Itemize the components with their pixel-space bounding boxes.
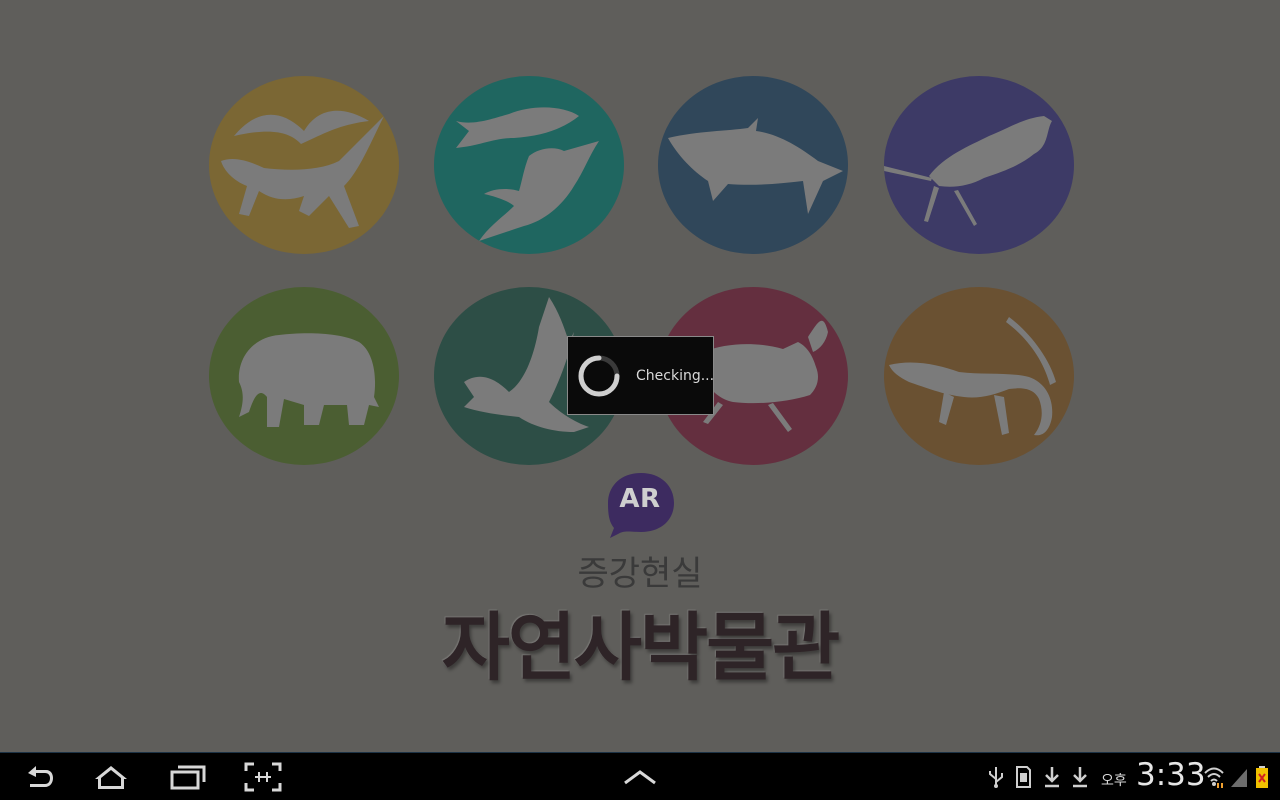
chevron-up-icon [624,770,656,785]
category-reptiles-button[interactable] [884,287,1074,465]
app-title: 자연사박물관 [441,605,840,691]
progress-message: Checking... [636,368,715,384]
ar-logo-text: AR [619,484,661,514]
category-amphibians-button[interactable] [884,76,1074,254]
recent-apps-button[interactable] [168,761,208,793]
shark-icon [668,118,843,214]
home-button[interactable] [91,761,131,793]
fish-icon [456,107,599,241]
screenshot-icon [244,762,282,792]
clock-ampm: 오후 [1101,773,1127,789]
download-icon [1070,765,1090,789]
wifi-icon [1203,765,1225,789]
dinosaur-icon [221,110,384,228]
usb-icon [987,765,1005,789]
spinner-icon [577,354,621,398]
signal-icon [1229,765,1249,789]
back-button[interactable] [18,761,58,793]
clock-time: 3:33 [1136,757,1206,793]
crocodile-icon [889,317,1056,436]
recent-apps-icon [170,765,206,790]
battery-icon [1254,765,1270,789]
back-icon [28,766,53,787]
system-bar: 오후 3:33 [0,752,1280,800]
progress-dialog: Checking... [567,336,714,415]
category-sharks-button[interactable] [658,76,848,254]
app-screen: AR 증강현실 자연사박물관 Checking... [0,0,1280,752]
category-mammals-button[interactable] [209,287,399,465]
download-icon [1042,765,1062,789]
home-icon [95,766,127,789]
category-dinosaurs-button[interactable] [209,76,399,254]
expand-bar-button[interactable] [620,761,660,793]
sd-card-icon [1014,765,1032,789]
elephant-icon [238,333,379,427]
catfish-icon [884,116,1052,226]
screenshot-button[interactable] [243,761,283,793]
category-fish-button[interactable] [434,76,624,254]
